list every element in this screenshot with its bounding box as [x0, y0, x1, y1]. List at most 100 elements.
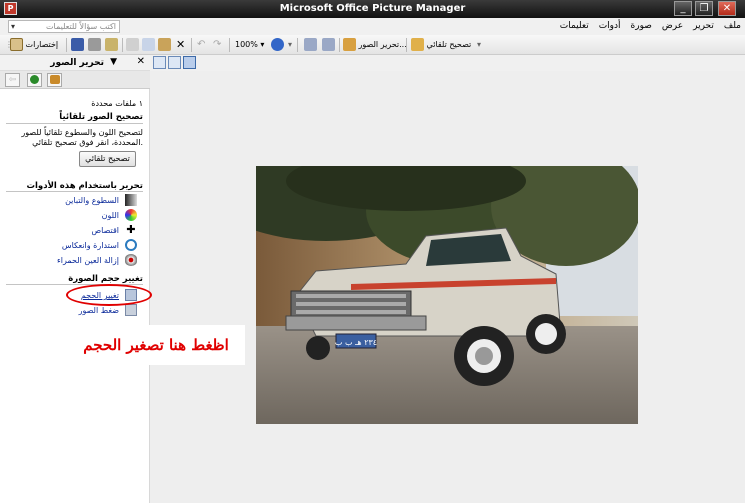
help-icon — [271, 38, 284, 51]
toolbar-separator — [66, 38, 67, 52]
home-button[interactable] — [47, 73, 62, 87]
task-pane: ✕ ▼ تحرير الصور ⇦ ١ ملفات محددة تصحيح ال… — [0, 55, 150, 503]
folder-icon — [10, 38, 23, 51]
toolbar-separator — [406, 38, 407, 52]
undo-button[interactable]: ↶ — [197, 38, 205, 52]
chevron-down-icon: ▾ — [477, 40, 482, 49]
auto-correct-description-line1: لتصحيح اللون والسطوع تلقائياً للصور — [21, 128, 143, 137]
task-pane-title: تحرير الصور — [50, 58, 104, 68]
truck-photo: ٢٣٤ هـ ب ب — [256, 166, 638, 424]
toolbar-separator — [297, 38, 298, 52]
chevron-down-icon: ▾ — [260, 40, 265, 49]
save-button[interactable] — [71, 38, 84, 52]
home-icon — [50, 75, 60, 84]
help-search-placeholder: اكتب سؤالاً للتعليمات — [45, 22, 116, 31]
paste-icon — [158, 38, 171, 51]
menu-help[interactable]: تعليمات — [560, 21, 589, 31]
close-icon[interactable]: ✕ — [137, 56, 145, 67]
menu-picture[interactable]: صورة — [631, 21, 652, 31]
annotation-callout: اظغط هنا تصغير الحجم — [67, 325, 245, 365]
standard-toolbar: ⋮ إختصارات ✕ ↶ ↷ 100% ▾ ▾ تحرير الصور...… — [0, 35, 745, 55]
help-search-box[interactable]: ▾ اكتب سؤالاً للتعليمات — [8, 20, 120, 33]
crop-link[interactable]: اقتصاص — [91, 226, 119, 235]
compress-pictures-link[interactable]: ضغط الصور — [79, 306, 119, 315]
task-pane-nav: ⇦ — [0, 71, 150, 89]
shortcuts-button[interactable]: إختصارات — [10, 38, 58, 52]
picture-canvas: ٢٣٤ هـ ب ب — [150, 71, 745, 503]
redo-icon: ↷ — [213, 39, 222, 50]
compress-pictures-icon — [125, 304, 137, 316]
delete-icon: ✕ — [176, 38, 186, 51]
rotate-left-icon — [304, 38, 317, 51]
edit-pictures-button[interactable]: تحرير الصور... — [343, 38, 407, 52]
rotate-right-button[interactable] — [322, 38, 335, 52]
rotate-right-icon — [322, 38, 335, 51]
paste-button[interactable] — [158, 38, 171, 52]
red-eye-icon — [125, 254, 137, 266]
menu-list: ملف تحرير عرض صورة أدوات تعليمات — [560, 21, 741, 31]
task-pane-header: ✕ ▼ تحرير الصور — [0, 55, 150, 71]
shortcuts-label: إختصارات — [25, 40, 59, 49]
rotate-flip-link[interactable]: استدارة وانعكاس — [62, 241, 119, 250]
copy-button[interactable] — [142, 38, 155, 52]
cut-icon — [126, 38, 139, 51]
email-button[interactable] — [105, 38, 118, 52]
thumbnail-view-button[interactable] — [153, 56, 166, 69]
undo-icon: ↶ — [197, 39, 206, 50]
toolbar-options[interactable]: ▾ — [477, 38, 481, 52]
menu-tools[interactable]: أدوات — [599, 21, 621, 31]
close-button[interactable]: ✕ — [718, 1, 736, 16]
email-icon — [105, 38, 118, 51]
toolbar-separator — [339, 38, 340, 52]
brightness-contrast-link[interactable]: السطوع والتباين — [65, 196, 119, 205]
title-bar: P Microsoft Office Picture Manager _ ❐ ✕ — [0, 0, 745, 18]
section-divider — [6, 123, 143, 124]
picture-preview[interactable]: ٢٣٤ هـ ب ب — [256, 166, 638, 424]
chevron-down-icon[interactable]: ▾ — [11, 22, 15, 31]
forward-button[interactable] — [27, 73, 42, 87]
forward-arrow-icon — [30, 75, 39, 84]
brightness-contrast-icon — [125, 194, 137, 206]
auto-correct-description-line2: المحددة، انقر فوق تصحيح تلقائي. — [32, 138, 143, 147]
print-button[interactable] — [88, 38, 101, 52]
zoom-dropdown[interactable]: 100% ▾ — [235, 38, 264, 52]
toolbar-options[interactable]: ▾ — [288, 38, 292, 52]
help-button[interactable] — [271, 38, 284, 52]
menu-bar: ملف تحرير عرض صورة أدوات تعليمات ▾ اكتب … — [0, 18, 745, 35]
rotate-left-button[interactable] — [304, 38, 317, 52]
chevron-down-icon: ▾ — [288, 40, 293, 49]
license-plate-text: ٢٣٤ هـ ب ب — [335, 338, 377, 347]
menu-file[interactable]: ملف — [724, 21, 741, 31]
filmstrip-view-button[interactable] — [168, 56, 181, 69]
auto-correct-button[interactable]: تصحيح تلقائي — [79, 151, 136, 167]
menu-view[interactable]: عرض — [662, 21, 683, 31]
rotate-flip-icon — [125, 239, 137, 251]
color-icon — [125, 209, 137, 221]
selected-files-count: ١ ملفات محددة — [91, 99, 143, 108]
color-link[interactable]: اللون — [102, 211, 119, 220]
zoom-value: 100% — [235, 40, 258, 49]
view-toolbar — [150, 55, 745, 71]
tools-heading: تحرير باستخدام هذه الأدوات — [26, 181, 143, 191]
print-icon — [88, 38, 101, 51]
edit-pictures-label: تحرير الصور... — [358, 40, 407, 49]
auto-correct-toolbar-label: تصحيح تلقائي — [426, 40, 472, 49]
single-picture-view-button[interactable] — [183, 56, 196, 69]
annotation-highlight-ellipse — [66, 284, 152, 306]
section-divider — [6, 191, 143, 192]
chevron-down-icon[interactable]: ▼ — [110, 57, 117, 67]
cut-button[interactable] — [126, 38, 139, 52]
toolbar-separator — [229, 38, 230, 52]
delete-button[interactable]: ✕ — [176, 38, 185, 52]
auto-correct-icon — [411, 38, 424, 51]
toolbar-separator — [191, 38, 192, 52]
restore-button[interactable]: ❐ — [695, 1, 713, 16]
toolbar-separator — [122, 38, 123, 52]
red-eye-link[interactable]: إزالة العين الحمراء — [57, 256, 119, 265]
minimize-button[interactable]: _ — [674, 1, 692, 16]
auto-correct-toolbar-button[interactable]: تصحيح تلقائي — [411, 38, 471, 52]
menu-edit[interactable]: تحرير — [693, 21, 714, 31]
resize-heading: تغيير حجم الصورة — [68, 274, 143, 284]
redo-button[interactable]: ↷ — [213, 38, 221, 52]
back-button[interactable]: ⇦ — [5, 73, 20, 87]
